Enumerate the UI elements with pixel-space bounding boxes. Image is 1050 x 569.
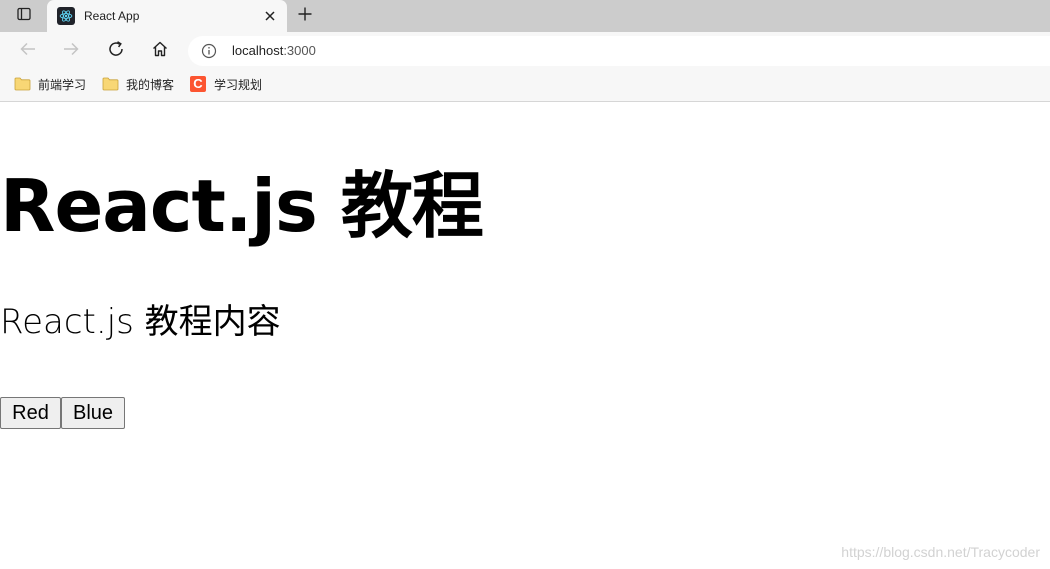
page-subtitle: React.js 教程内容 — [0, 302, 281, 342]
arrow-left-icon — [19, 40, 37, 62]
bookmark-label: 我的博客 — [126, 77, 175, 92]
new-tab-button[interactable] — [294, 5, 316, 27]
tab-actions-button[interactable] — [8, 4, 40, 28]
bookmark-blog[interactable]: 我的博客 — [101, 70, 174, 98]
react-logo-icon — [57, 7, 75, 25]
tab-strip: React App — [0, 0, 1050, 32]
tab-close-icon[interactable] — [261, 7, 279, 25]
bookmark-label: 学习规划 — [214, 77, 263, 92]
reload-icon — [107, 40, 125, 62]
forward-button[interactable] — [58, 38, 84, 64]
tab-title: React App — [84, 9, 140, 23]
home-button[interactable] — [147, 38, 173, 64]
arrow-right-icon — [62, 40, 80, 62]
button-row: Red Blue — [0, 397, 125, 429]
bookmark-plan[interactable]: C 学习规划 — [189, 70, 262, 98]
csdn-logo-letter: C — [190, 76, 206, 92]
address-bar[interactable]: localhost:3000 — [188, 36, 1050, 66]
folder-icon — [101, 76, 119, 92]
url-port: :3000 — [283, 43, 316, 58]
page-content: React.js 教程 React.js 教程内容 Red Blue https… — [0, 103, 1050, 569]
home-icon — [151, 40, 169, 62]
info-icon[interactable] — [200, 42, 218, 60]
tab-actions-icon — [16, 6, 32, 26]
red-button[interactable]: Red — [0, 397, 61, 429]
bookmark-frontend[interactable]: 前端学习 — [13, 70, 86, 98]
bookmark-label: 前端学习 — [38, 77, 87, 92]
plus-icon — [297, 6, 313, 26]
blue-button[interactable]: Blue — [61, 397, 125, 429]
url-host: localhost — [232, 43, 284, 58]
csdn-logo-icon: C — [189, 76, 207, 92]
tab-react-app[interactable]: React App — [47, 0, 287, 32]
reload-button[interactable] — [103, 38, 129, 64]
back-button[interactable] — [15, 38, 41, 64]
bookmarks-bar: 前端学习 我的博客 C 学习规划 — [0, 70, 1050, 102]
page-title: React.js 教程 — [0, 164, 484, 248]
folder-icon — [13, 76, 31, 92]
url-text: localhost:3000 — [232, 36, 316, 66]
watermark: https://blog.csdn.net/Tracycoder — [841, 544, 1040, 560]
browser-toolbar: localhost:3000 — [0, 32, 1050, 70]
